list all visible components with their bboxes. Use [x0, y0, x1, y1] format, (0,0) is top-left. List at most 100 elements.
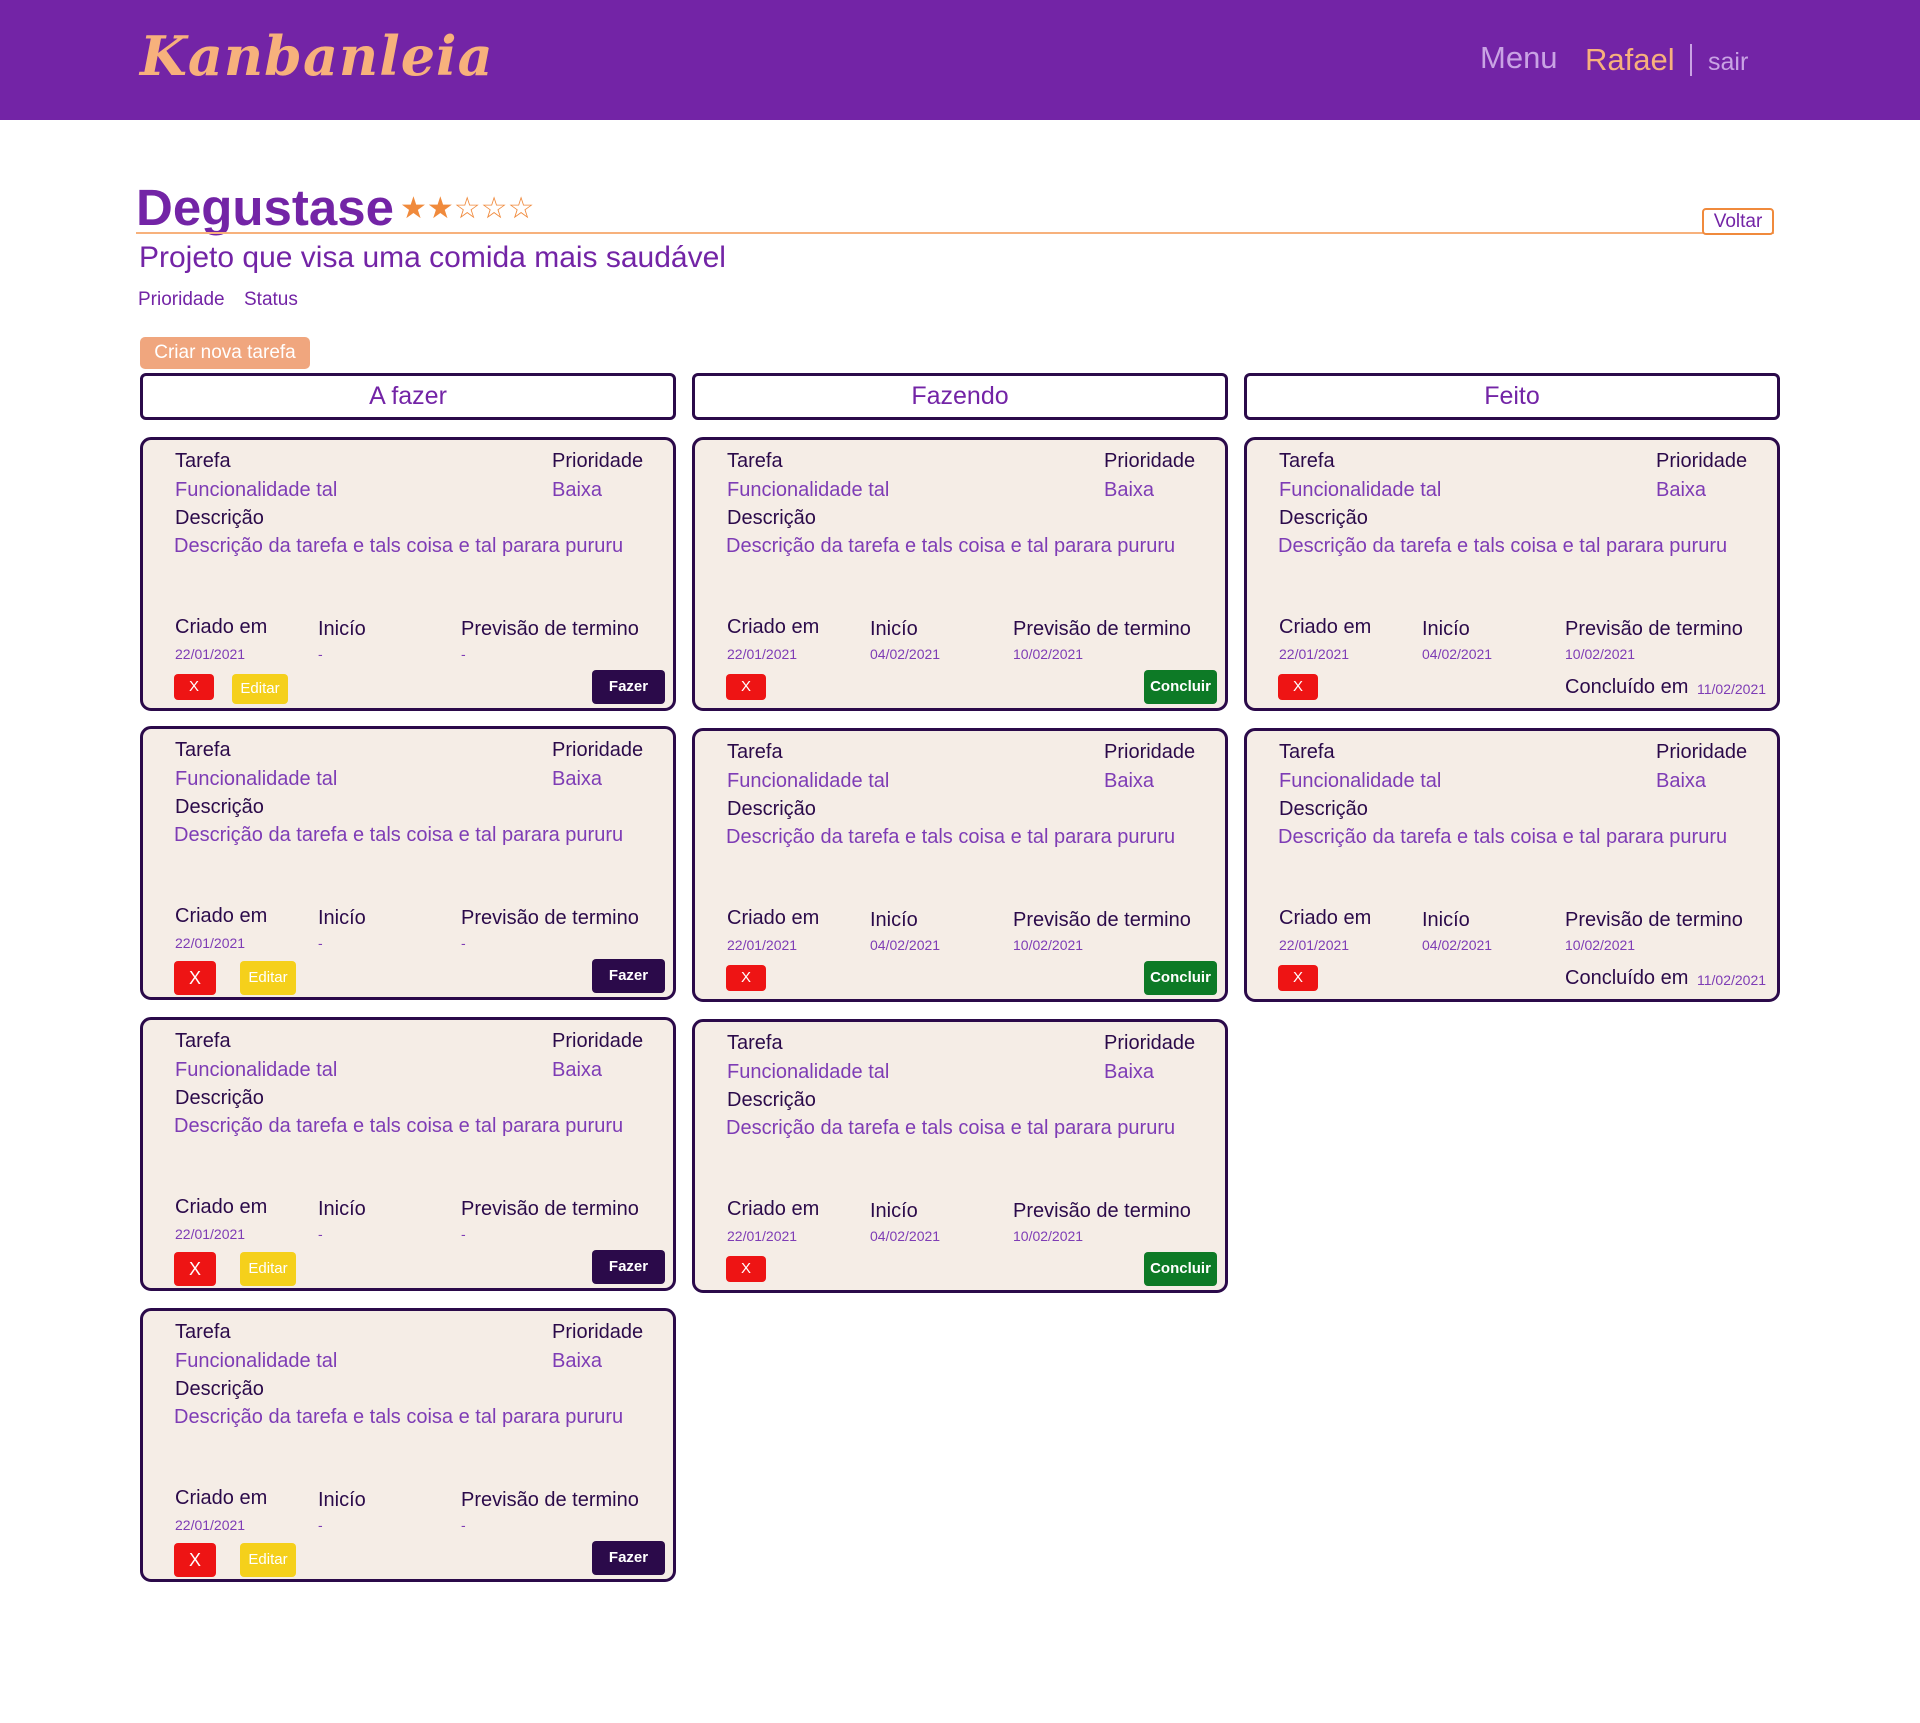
edit-task-button[interactable]: Editar: [240, 961, 296, 995]
created-date: 22/01/2021: [175, 646, 246, 662]
edit-task-button[interactable]: Editar: [240, 1252, 296, 1286]
created-label: Criado em: [727, 616, 820, 638]
description-label: Descrição: [1279, 507, 1368, 529]
task-description: Descrição da tarefa e tals coisa e tal p…: [174, 824, 624, 846]
column-header-todo: A fazer: [140, 373, 676, 420]
finish-task-button[interactable]: Concluir: [1144, 1252, 1217, 1286]
start-task-button[interactable]: Fazer: [592, 1250, 665, 1284]
logout-link[interactable]: sair: [1708, 48, 1748, 77]
task-name: Funcionalidade tal: [727, 770, 890, 792]
navbar: Kanbanleia Menu Rafael sair: [0, 0, 1920, 120]
description-label: Descrição: [1279, 798, 1368, 820]
start-label: Inicío: [1422, 909, 1470, 931]
priority-filter-link[interactable]: Prioridade: [138, 289, 225, 311]
start-label: Inicío: [1422, 618, 1470, 640]
description-label: Descrição: [727, 1089, 816, 1111]
created-date: 22/01/2021: [175, 1226, 246, 1242]
start-label: Inicío: [318, 907, 366, 929]
priority-value: Baixa: [1656, 479, 1707, 501]
task-card: Tarefa Funcionalidade tal Prioridade Bai…: [692, 728, 1228, 1002]
priority-label: Prioridade: [1656, 450, 1748, 472]
task-name: Funcionalidade tal: [727, 1061, 890, 1083]
status-filter-link[interactable]: Status: [244, 289, 298, 311]
project-title: Degustase: [136, 179, 394, 236]
delete-task-button[interactable]: X: [174, 1252, 216, 1286]
start-label: Inicío: [318, 1198, 366, 1220]
priority-value: Baixa: [552, 1350, 603, 1372]
task-label: Tarefa: [175, 739, 231, 761]
created-label: Criado em: [727, 1198, 820, 1220]
created-label: Criado em: [175, 905, 268, 927]
created-label: Criado em: [175, 616, 268, 638]
created-label: Criado em: [175, 1487, 268, 1509]
task-card: Tarefa Funcionalidade tal Prioridade Bai…: [692, 1019, 1228, 1293]
completed-date: 11/02/2021: [1697, 972, 1767, 988]
task-description: Descrição da tarefa e tals coisa e tal p…: [174, 1406, 624, 1428]
app-logo[interactable]: Kanbanleia: [140, 24, 494, 88]
start-date: 04/02/2021: [870, 1228, 941, 1244]
create-task-button[interactable]: Criar nova tarefa: [140, 337, 310, 369]
due-date: -: [461, 1517, 466, 1533]
task-card: Tarefa Funcionalidade tal Prioridade Bai…: [140, 1017, 676, 1291]
priority-label: Prioridade: [552, 1030, 644, 1052]
task-description: Descrição da tarefa e tals coisa e tal p…: [174, 1115, 624, 1137]
start-label: Inicío: [318, 1489, 366, 1511]
task-name: Funcionalidade tal: [1279, 479, 1442, 501]
delete-task-button[interactable]: X: [174, 674, 214, 700]
completed-label: Concluído em: [1565, 967, 1689, 989]
delete-task-button[interactable]: X: [174, 961, 216, 995]
delete-task-button[interactable]: X: [174, 1543, 216, 1577]
task-name: Funcionalidade tal: [175, 768, 338, 790]
delete-task-button[interactable]: X: [726, 965, 766, 991]
finish-task-button[interactable]: Concluir: [1144, 961, 1217, 995]
completed-date: 11/02/2021: [1697, 681, 1767, 697]
start-label: Inicío: [318, 618, 366, 640]
description-label: Descrição: [175, 1087, 264, 1109]
priority-value: Baixa: [1656, 770, 1707, 792]
priority-label: Prioridade: [552, 450, 644, 472]
task-description: Descrição da tarefa e tals coisa e tal p…: [726, 535, 1176, 557]
due-date: -: [461, 646, 466, 662]
due-label: Previsão de termino: [1565, 909, 1743, 931]
start-date: 04/02/2021: [870, 937, 941, 953]
finish-task-button[interactable]: Concluir: [1144, 670, 1217, 704]
task-description: Descrição da tarefa e tals coisa e tal p…: [1278, 826, 1728, 848]
priority-value: Baixa: [1104, 479, 1155, 501]
start-task-button[interactable]: Fazer: [592, 959, 665, 993]
priority-label: Prioridade: [552, 739, 644, 761]
task-label: Tarefa: [727, 1032, 783, 1054]
created-date: 22/01/2021: [1279, 937, 1350, 953]
priority-label: Prioridade: [1104, 741, 1196, 763]
task-label: Tarefa: [727, 450, 783, 472]
created-date: 22/01/2021: [175, 1517, 246, 1533]
delete-task-button[interactable]: X: [1278, 674, 1318, 700]
description-label: Descrição: [175, 1378, 264, 1400]
edit-task-button[interactable]: Editar: [232, 674, 288, 704]
delete-task-button[interactable]: X: [726, 674, 766, 700]
task-name: Funcionalidade tal: [727, 479, 890, 501]
nav-user-link[interactable]: Rafael: [1585, 42, 1675, 78]
due-label: Previsão de termino: [461, 618, 639, 640]
delete-task-button[interactable]: X: [726, 1256, 766, 1282]
nav-menu-link[interactable]: Menu: [1480, 40, 1558, 76]
delete-task-button[interactable]: X: [1278, 965, 1318, 991]
task-label: Tarefa: [175, 1321, 231, 1343]
start-label: Inicío: [870, 1200, 918, 1222]
task-label: Tarefa: [1279, 741, 1335, 763]
start-task-button[interactable]: Fazer: [592, 670, 665, 704]
start-task-button[interactable]: Fazer: [592, 1541, 665, 1575]
created-date: 22/01/2021: [1279, 646, 1350, 662]
task-name: Funcionalidade tal: [1279, 770, 1442, 792]
task-description: Descrição da tarefa e tals coisa e tal p…: [726, 826, 1176, 848]
rating-stars: ★★☆☆☆: [400, 192, 535, 225]
task-description: Descrição da tarefa e tals coisa e tal p…: [726, 1117, 1176, 1139]
edit-task-button[interactable]: Editar: [240, 1543, 296, 1577]
task-description: Descrição da tarefa e tals coisa e tal p…: [1278, 535, 1728, 557]
back-button[interactable]: Voltar: [1702, 208, 1774, 235]
created-label: Criado em: [175, 1196, 268, 1218]
due-label: Previsão de termino: [1565, 618, 1743, 640]
project-description: Projeto que visa uma comida mais saudáve…: [139, 241, 726, 274]
task-description: Descrição da tarefa e tals coisa e tal p…: [174, 535, 624, 557]
task-card: Tarefa Funcionalidade tal Prioridade Bai…: [692, 437, 1228, 711]
priority-value: Baixa: [552, 768, 603, 790]
